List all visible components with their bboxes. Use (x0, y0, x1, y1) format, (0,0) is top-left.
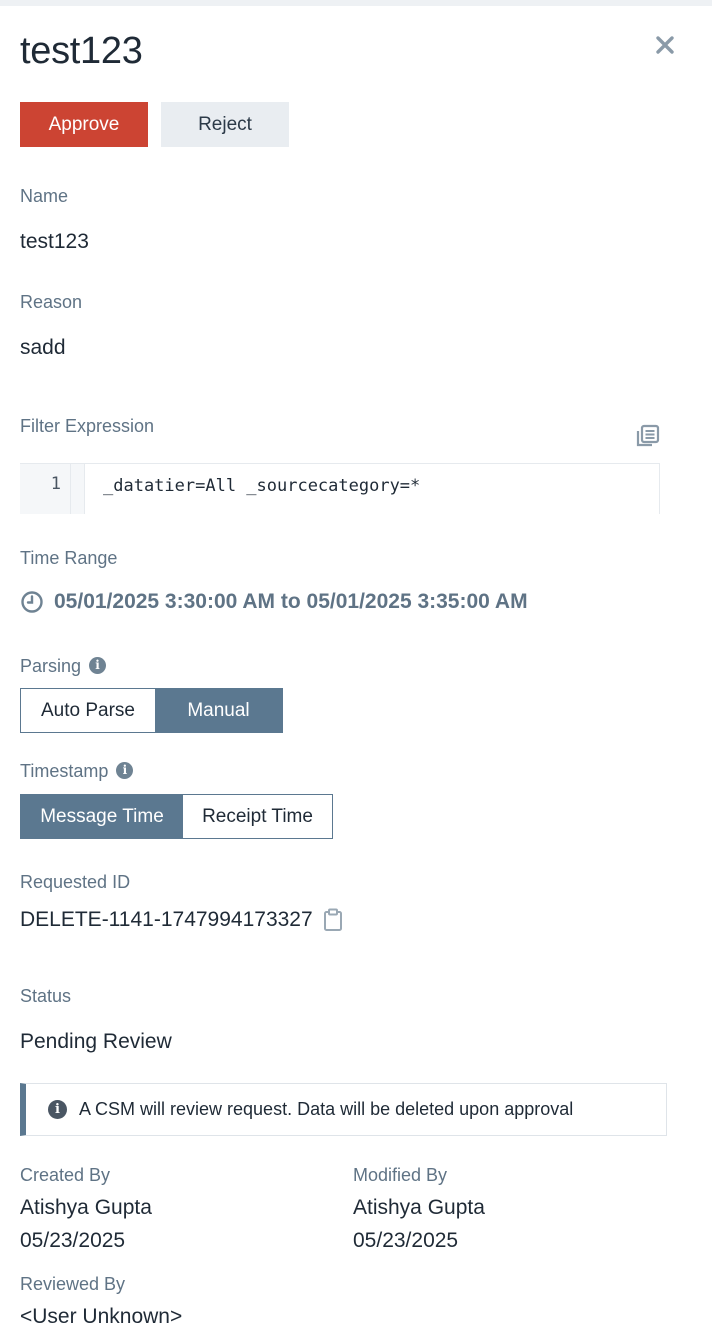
created-by-label: Created By (20, 1165, 111, 1185)
modified-by-name: Atishya Gupta (353, 1196, 485, 1219)
modified-by-label: Modified By (353, 1165, 448, 1185)
time-range-row: 05/01/2025 3:30:00 AM to 05/01/2025 3:35… (20, 590, 528, 614)
top-bar (0, 0, 712, 6)
reason-label: Reason (20, 292, 83, 312)
close-icon (656, 36, 674, 54)
requested-id-row: DELETE-1141-1747994173327 (20, 908, 343, 932)
copy-expression-button[interactable] (634, 422, 662, 450)
timestamp-label-row: Timestamp i (20, 761, 134, 782)
filter-expression-text: _datatier=All _sourcecategory=* (84, 464, 659, 514)
timestamp-label: Timestamp (20, 761, 109, 781)
timestamp-toggle: Message Time Receipt Time (20, 794, 333, 839)
reviewed-by-value: <User Unknown> (20, 1305, 183, 1328)
request-detail-panel: test123 Approve Reject Name test123 Reas… (0, 0, 712, 1344)
created-by-name: Atishya Gupta (20, 1196, 152, 1219)
gutter-separator (70, 464, 84, 514)
timestamp-message-time-option[interactable]: Message Time (21, 795, 183, 838)
reject-button[interactable]: Reject (161, 102, 289, 147)
info-notice: i A CSM will review request. Data will b… (20, 1083, 667, 1136)
parsing-auto-parse-option[interactable]: Auto Parse (21, 689, 155, 732)
parsing-label-row: Parsing i (20, 656, 107, 677)
page-title: test123 (20, 30, 143, 72)
reason-value: sadd (20, 336, 66, 359)
clipboard-icon[interactable] (323, 908, 343, 932)
notice-text: A CSM will review request. Data will be … (79, 1099, 574, 1119)
copy-multiple-icon (636, 424, 660, 447)
reviewed-by-label: Reviewed By (20, 1274, 126, 1294)
timestamp-receipt-time-option[interactable]: Receipt Time (183, 795, 332, 838)
info-icon[interactable]: i (116, 761, 134, 779)
name-value: test123 (20, 230, 89, 253)
info-circle-icon: i (48, 1100, 67, 1119)
parsing-toggle: Auto Parse Manual (20, 688, 283, 733)
requested-id-label: Requested ID (20, 872, 131, 892)
line-number: 1 (20, 464, 70, 514)
filter-expression-editor[interactable]: 1 _datatier=All _sourcecategory=* (20, 463, 660, 514)
clock-icon (21, 591, 43, 613)
info-icon[interactable]: i (89, 656, 107, 674)
requested-id-value: DELETE-1141-1747994173327 (20, 908, 313, 931)
created-by-date: 05/23/2025 (20, 1229, 126, 1252)
filter-expression-label: Filter Expression (20, 416, 155, 436)
name-label: Name (20, 186, 69, 206)
time-range-label: Time Range (20, 548, 118, 568)
status-label: Status (20, 986, 72, 1006)
close-button[interactable] (652, 32, 678, 58)
time-range-value: 05/01/2025 3:30:00 AM to 05/01/2025 3:35… (54, 590, 528, 613)
approve-button[interactable]: Approve (20, 102, 148, 147)
modified-by-date: 05/23/2025 (353, 1229, 459, 1252)
parsing-label: Parsing (20, 656, 82, 676)
parsing-manual-option[interactable]: Manual (155, 689, 282, 732)
status-value: Pending Review (20, 1030, 172, 1053)
